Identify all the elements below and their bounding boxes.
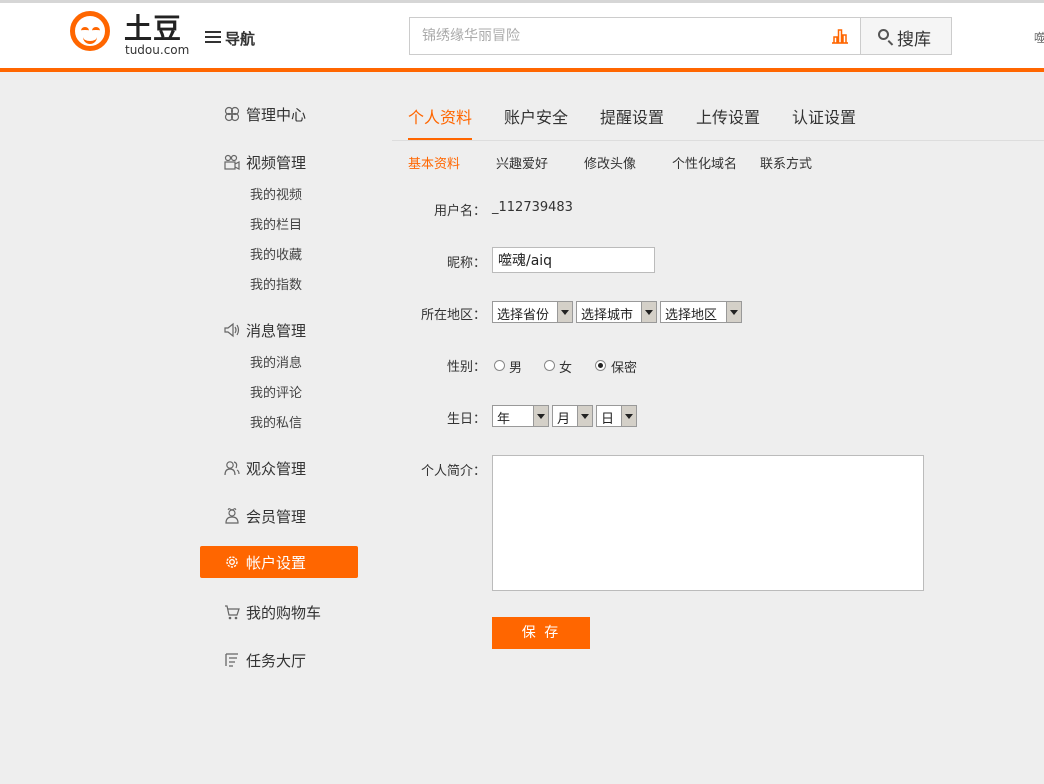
bar-chart-icon[interactable] [831, 27, 849, 45]
sidebar-subitem-my-favorites[interactable]: 我的收藏 [250, 244, 302, 263]
sidebar-item-shopping-cart[interactable]: 我的购物车 [200, 596, 358, 628]
search-input[interactable] [410, 18, 820, 54]
subtab-custom-domain[interactable]: 个性化域名 [672, 153, 737, 172]
sidebar-subitem-my-videos[interactable]: 我的视频 [250, 184, 302, 203]
logo-domain: tudou.com [125, 43, 190, 57]
province-select-value: 选择省份 [497, 308, 550, 323]
sidebar-item-label: 消息管理 [246, 322, 307, 340]
gear-icon [226, 556, 238, 568]
sidebar-item-label: 会员管理 [246, 508, 307, 526]
speaker-icon [224, 322, 240, 338]
sidebar-item-label: 管理中心 [246, 106, 307, 124]
chevron-down-icon [577, 406, 592, 426]
sidebar-item-label: 任务大厅 [246, 652, 307, 670]
tab-reminder-settings[interactable]: 提醒设置 [600, 104, 664, 128]
birth-year-select[interactable]: 年 [492, 405, 549, 427]
sidebar-item-task-hall[interactable]: 任务大厅 [200, 644, 358, 676]
chevron-down-icon [726, 302, 741, 322]
subtab-change-avatar[interactable]: 修改头像 [584, 153, 636, 172]
gender-option-label: 男 [509, 361, 523, 376]
tab-verification-settings[interactable]: 认证设置 [792, 104, 856, 128]
sidebar-item-label: 我的购物车 [246, 604, 322, 622]
birth-month-select[interactable]: 月 [552, 405, 593, 427]
subtab-interests[interactable]: 兴趣爱好 [496, 153, 548, 172]
logo-face-icon [70, 11, 110, 51]
sidebar-item-member-management[interactable]: 会员管理 [200, 500, 358, 532]
user-name-truncated[interactable]: 噬 [1034, 29, 1044, 46]
nickname-field[interactable] [492, 247, 655, 273]
search-icon [878, 29, 889, 40]
gender-radio-secret[interactable] [595, 360, 606, 371]
city-select-value: 选择城市 [581, 308, 634, 323]
video-icon [224, 154, 240, 170]
district-select[interactable]: 选择地区 [660, 301, 742, 323]
bio-textarea[interactable] [492, 455, 924, 591]
nickname-label: 昵称： [446, 256, 486, 271]
subtab-basic-info[interactable]: 基本资料 [408, 153, 460, 172]
users-icon [224, 461, 240, 476]
sidebar-subitem-my-columns[interactable]: 我的栏目 [250, 214, 302, 233]
province-select[interactable]: 选择省份 [492, 301, 573, 323]
gender-option-label: 保密 [611, 361, 638, 376]
gender-radio-male[interactable] [494, 360, 505, 371]
chevron-down-icon [557, 302, 572, 322]
save-button[interactable]: 保 存 [492, 617, 590, 649]
top-header: 土豆 tudou.com 导航 搜库 噬 [0, 0, 1044, 72]
sidebar-subitem-my-comments[interactable]: 我的评论 [250, 382, 302, 401]
sidebar-subitem-my-messages[interactable]: 我的消息 [250, 352, 302, 371]
sidebar-subitem-my-private-messages[interactable]: 我的私信 [250, 412, 302, 431]
sidebar-item-management-center[interactable]: 管理中心 [200, 98, 358, 130]
region-label: 所在地区： [420, 308, 486, 323]
district-select-value: 选择地区 [665, 308, 718, 323]
navigation-label: 导航 [225, 30, 256, 48]
window-top-border [0, 0, 1044, 3]
sidebar-subitem-my-index[interactable]: 我的指数 [250, 274, 302, 293]
tab-account-security[interactable]: 账户安全 [504, 104, 568, 128]
sidebar-item-label: 帐户设置 [246, 554, 307, 572]
birthday-label: 生日： [446, 412, 486, 427]
birth-day-select[interactable]: 日 [596, 405, 637, 427]
birth-year-value: 年 [497, 412, 511, 427]
tab-upload-settings[interactable]: 上传设置 [696, 104, 760, 128]
chevron-down-icon [533, 406, 548, 426]
search-button-label: 搜库 [897, 30, 931, 50]
cart-icon [225, 605, 240, 620]
logo-text: 土豆 [124, 12, 183, 45]
city-select[interactable]: 选择城市 [576, 301, 657, 323]
tudou-logo[interactable]: 土豆 tudou.com [70, 11, 190, 61]
gender-label: 性别： [446, 360, 486, 375]
tab-personal-info[interactable]: 个人资料 [408, 104, 472, 128]
task-icon [225, 653, 238, 667]
sidebar-item-account-settings[interactable]: 帐户设置 [200, 546, 358, 578]
bio-label: 个人简介： [420, 464, 486, 479]
sidebar-item-video-management[interactable]: 视频管理 [200, 146, 358, 178]
sidebar-item-label: 观众管理 [246, 460, 307, 478]
username-value: _112739483 [492, 200, 573, 215]
birth-day-value: 日 [601, 412, 615, 427]
gender-option-label: 女 [559, 361, 573, 376]
sidebar-item-label: 视频管理 [246, 154, 307, 172]
chevron-down-icon [641, 302, 656, 322]
member-icon [225, 508, 239, 524]
flower-icon [224, 106, 240, 122]
active-tab-indicator [408, 138, 472, 140]
search-button[interactable]: 搜库 [860, 18, 951, 54]
chevron-down-icon [621, 406, 636, 426]
sidebar-item-message-management[interactable]: 消息管理 [200, 314, 358, 346]
birth-month-value: 月 [557, 412, 571, 427]
username-label: 用户名： [433, 204, 486, 219]
search-box: 搜库 [409, 17, 952, 55]
sidebar-item-audience-management[interactable]: 观众管理 [200, 452, 358, 484]
subtab-contact-info[interactable]: 联系方式 [760, 153, 812, 172]
menu-icon [205, 31, 221, 43]
gender-radio-female[interactable] [544, 360, 555, 371]
settings-tabs: 个人资料 账户安全 提醒设置 上传设置 认证设置 [392, 92, 1044, 141]
